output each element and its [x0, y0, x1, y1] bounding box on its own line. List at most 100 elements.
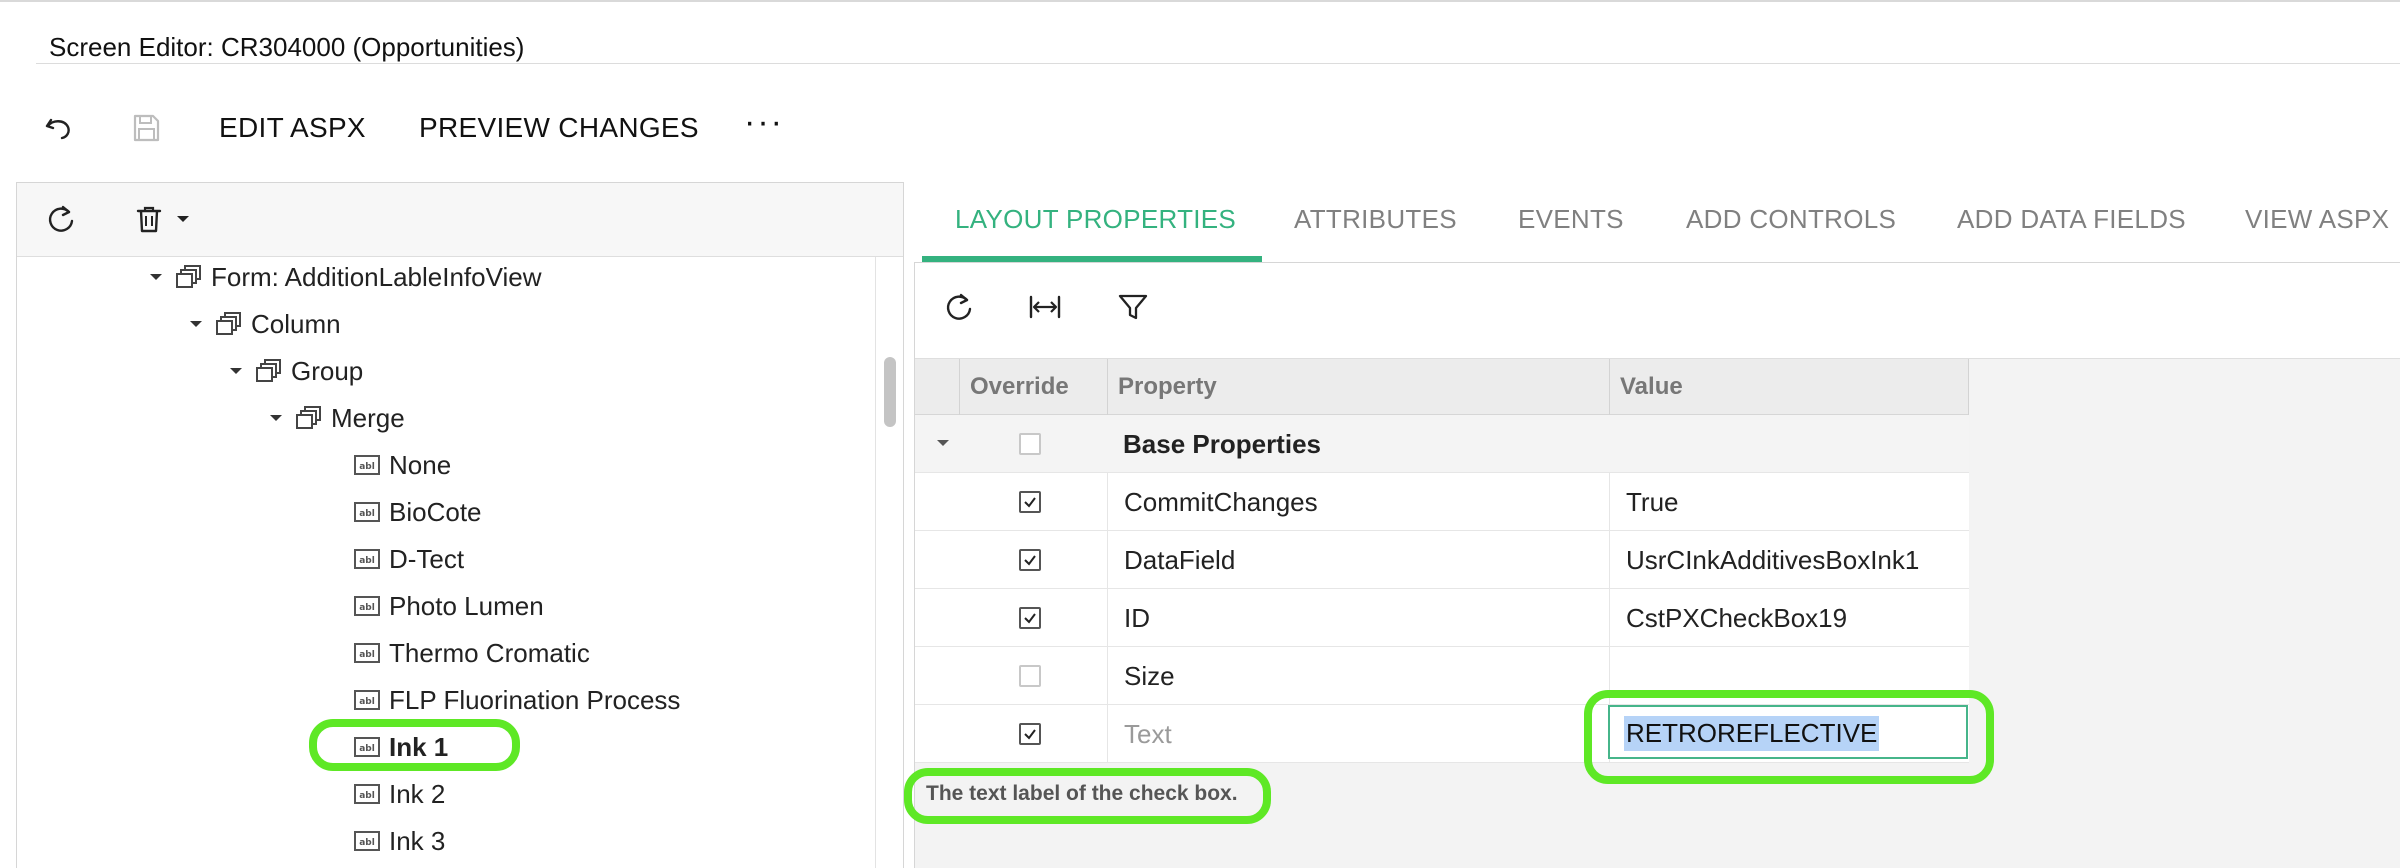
override-checkbox[interactable] [1019, 549, 1041, 571]
tab-view-aspx[interactable]: VIEW ASPX [2245, 204, 2389, 235]
property-row[interactable]: Size [915, 647, 1969, 705]
svg-text:abl: abl [359, 509, 375, 519]
grid-header: Override Property Value [915, 359, 1969, 415]
text-field-icon: abl [353, 780, 381, 808]
edit-aspx-button[interactable]: EDIT ASPX [219, 110, 366, 146]
tree-node-ink-3[interactable]: abl Ink 3 [353, 821, 445, 861]
group-row-base-properties[interactable]: Base Properties [915, 415, 1969, 473]
tree-node-column[interactable]: Column [183, 304, 341, 344]
override-checkbox[interactable] [1019, 723, 1041, 745]
tree-node-ink-1[interactable]: abl Ink 1 [353, 727, 448, 767]
tree-node-label: Form: AdditionLableInfoView [211, 261, 542, 292]
tree-node-group[interactable]: Group [223, 351, 363, 391]
trash-icon[interactable] [131, 201, 167, 237]
tree-node-merge[interactable]: Merge [263, 398, 405, 438]
save-icon[interactable] [128, 110, 164, 146]
svg-text:abl: abl [359, 838, 375, 848]
tree-node-label: Ink 1 [389, 731, 449, 762]
chevron-down-icon[interactable] [183, 304, 209, 344]
text-field-icon: abl [353, 451, 381, 479]
tree-node-ink-2[interactable]: abl Ink 2 [353, 774, 445, 814]
chevron-down-icon[interactable] [143, 257, 169, 297]
tab-add-data-fields[interactable]: ADD DATA FIELDS [1957, 204, 2186, 235]
override-checkbox[interactable] [1019, 665, 1041, 687]
tab-attributes[interactable]: ATTRIBUTES [1294, 204, 1457, 235]
tree-node-photo-lumen[interactable]: abl Photo Lumen [353, 586, 544, 626]
chevron-down-icon[interactable] [935, 435, 951, 456]
tree-node-d-tect[interactable]: abl D-Tect [353, 539, 464, 579]
tree-node-label: None [389, 449, 452, 480]
tree-node-biocote[interactable]: abl BioCote [353, 492, 482, 532]
text-field-icon: abl [353, 686, 381, 714]
tab-events[interactable]: EVENTS [1518, 204, 1624, 235]
refresh-icon[interactable] [43, 201, 79, 237]
control-tree: Form: AdditionLableInfoView Column Group… [17, 257, 875, 868]
property-value[interactable]: UsrCInkAdditivesBoxInk1 [1609, 531, 1969, 589]
tree-node-thermo-cromatic[interactable]: abl Thermo Cromatic [353, 633, 590, 673]
svg-text:abl: abl [359, 697, 375, 707]
property-name: DataField [1107, 531, 1609, 589]
svg-text:abl: abl [359, 744, 375, 754]
tree-node-label: FLP Fluorination Process [389, 684, 681, 715]
tree-node-label: Ink 3 [389, 825, 446, 856]
tree-scrollbar[interactable] [875, 257, 903, 868]
tree-node-label: Column [251, 308, 341, 339]
tab-layout-properties[interactable]: LAYOUT PROPERTIES [955, 204, 1236, 235]
svg-text:abl: abl [359, 791, 375, 801]
control-tree-panel: Form: AdditionLableInfoView Column Group… [16, 182, 904, 868]
fit-width-icon[interactable] [1027, 289, 1063, 325]
caret-down-icon[interactable] [173, 201, 193, 237]
property-value[interactable]: CstPXCheckBox19 [1609, 589, 1969, 647]
page-title: Screen Editor: CR304000 (Opportunities) [49, 32, 525, 62]
tree-node-label: Group [291, 355, 364, 386]
tree-node-label: Thermo Cromatic [389, 637, 590, 668]
refresh-icon[interactable] [941, 289, 977, 325]
text-field-icon: abl [353, 639, 381, 667]
main-toolbar: EDIT ASPX PREVIEW CHANGES ··· [0, 96, 1200, 156]
svg-text:abl: abl [359, 603, 375, 613]
container-icon [295, 404, 323, 432]
text-field-icon: abl [353, 827, 381, 855]
tree-node-none[interactable]: abl None [353, 445, 451, 485]
properties-panel: Override Property Value Base Properties … [914, 262, 2400, 868]
text-field-icon: abl [353, 592, 381, 620]
column-header-override[interactable]: Override [959, 359, 1107, 415]
scrollbar-thumb[interactable] [884, 357, 896, 427]
property-description: The text label of the check box. [926, 782, 1238, 805]
override-checkbox[interactable] [1019, 491, 1041, 513]
container-icon [215, 310, 243, 338]
undo-icon[interactable] [40, 110, 76, 146]
property-row[interactable]: CommitChanges True [915, 473, 1969, 531]
tree-node-form[interactable]: Form: AdditionLableInfoView [143, 257, 542, 297]
properties-toolbar [915, 263, 2400, 359]
more-actions-button[interactable]: ··· [744, 104, 784, 140]
property-value-input[interactable]: RETROREFLECTIVE [1608, 705, 1968, 759]
container-icon [175, 263, 203, 291]
property-value[interactable] [1609, 647, 1969, 705]
column-header-property[interactable]: Property [1107, 359, 1609, 415]
override-checkbox[interactable] [1019, 433, 1041, 455]
chevron-down-icon[interactable] [223, 351, 249, 391]
override-checkbox[interactable] [1019, 607, 1041, 629]
container-icon [255, 357, 283, 385]
column-header-value[interactable]: Value [1609, 359, 1969, 415]
text-field-icon: abl [353, 733, 381, 761]
property-name: Size [1107, 647, 1609, 705]
tree-node-flp[interactable]: abl FLP Fluorination Process [353, 680, 680, 720]
property-name: CommitChanges [1107, 473, 1609, 531]
property-row[interactable]: DataField UsrCInkAdditivesBoxInk1 [915, 531, 1969, 589]
svg-text:abl: abl [359, 650, 375, 660]
tree-toolbar [17, 183, 903, 257]
property-value[interactable]: True [1609, 473, 1969, 531]
tree-node-label: Ink 2 [389, 778, 446, 809]
tree-node-label: D-Tect [389, 543, 465, 574]
preview-changes-button[interactable]: PREVIEW CHANGES [419, 110, 699, 146]
chevron-down-icon[interactable] [263, 398, 289, 438]
selected-text: RETROREFLECTIVE [1624, 716, 1880, 751]
property-name: ID [1107, 589, 1609, 647]
filter-icon[interactable] [1115, 289, 1151, 325]
tree-node-label: Photo Lumen [389, 590, 544, 621]
group-label: Base Properties [1123, 429, 1321, 459]
property-row[interactable]: ID CstPXCheckBox19 [915, 589, 1969, 647]
tab-add-controls[interactable]: ADD CONTROLS [1686, 204, 1896, 235]
